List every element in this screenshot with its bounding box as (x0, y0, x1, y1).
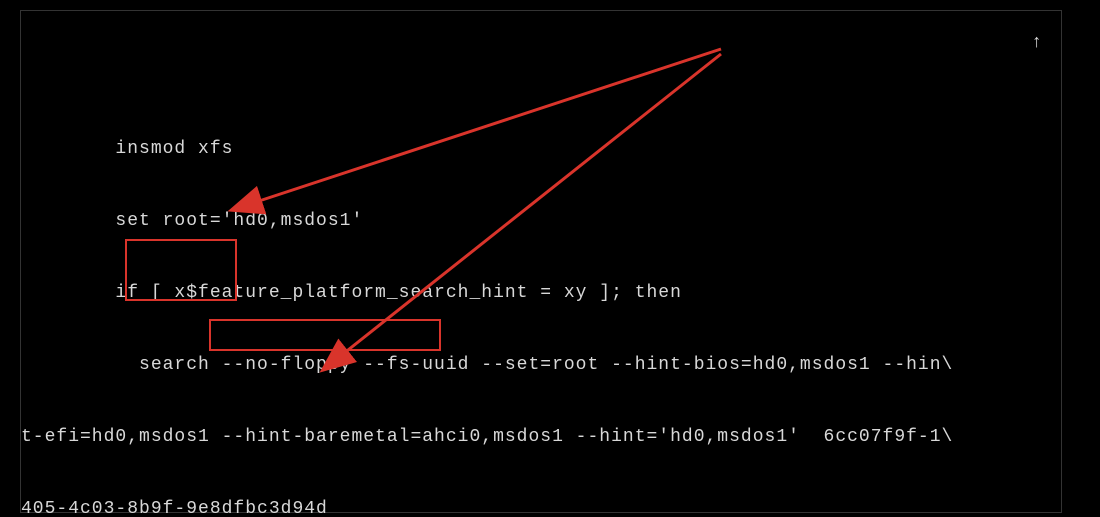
grub-line: search --no-floppy --fs-uuid --set=root … (21, 353, 1061, 377)
scroll-up-icon: ↑ (1031, 31, 1043, 55)
grub-line: 405-4c03-8b9f-9e8dfbc3d94d (21, 497, 1061, 517)
arrow-to-linux16 (256, 49, 721, 202)
annotation-box-init-bin-sh (209, 319, 441, 351)
arrow-to-init (343, 54, 721, 354)
grub-editor-terminal[interactable]: ↑ insmod xfs set root='hd0,msdos1' if [ … (20, 10, 1062, 513)
grub-line: set root='hd0,msdos1' (21, 209, 1061, 233)
grub-line: t-efi=hd0,msdos1 --hint-baremetal=ahci0,… (21, 425, 1061, 449)
grub-line: insmod xfs (21, 137, 1061, 161)
grub-line: if [ x$feature_platform_search_hint = xy… (21, 281, 1061, 305)
